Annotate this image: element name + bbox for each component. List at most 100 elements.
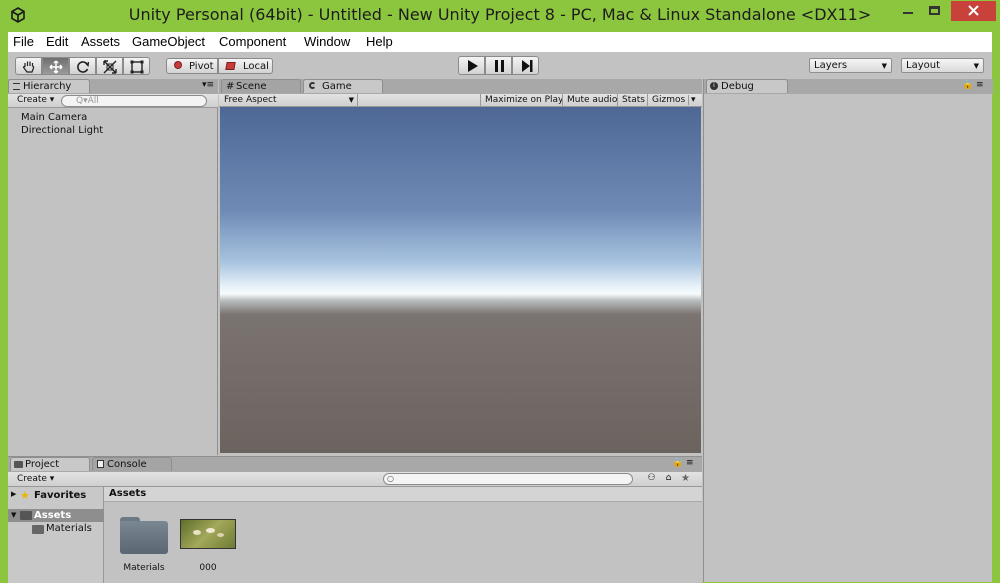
pause-button[interactable] xyxy=(485,56,512,75)
layers-label: Layers xyxy=(814,60,848,71)
pivot-label: Pivot xyxy=(189,61,214,72)
minimize-icon xyxy=(903,12,913,14)
panel-menu-icon[interactable]: ≡ xyxy=(976,80,984,90)
close-icon xyxy=(968,5,979,16)
menu-gameobject[interactable]: GameObject xyxy=(132,34,205,49)
game-panel: # Scene Game Free Aspect ▼ Maximize on P… xyxy=(219,79,702,455)
expand-arrow-icon[interactable]: ▶ xyxy=(11,490,16,498)
search-placeholder: Q▾All xyxy=(76,96,99,106)
hierarchy-search-input[interactable]: Q▾All xyxy=(61,95,207,107)
console-icon xyxy=(97,460,104,468)
favorite-star-icon[interactable]: ★ xyxy=(679,473,692,485)
local-toggle[interactable]: Local xyxy=(218,58,273,74)
tab-debug[interactable]: i Debug xyxy=(706,79,788,93)
create-label: Create xyxy=(17,474,47,484)
title-bar: Unity Personal (64bit) - Untitled - New … xyxy=(0,0,1000,32)
main-toolbar: Pivot Local Layers ▼ Layout ▼ xyxy=(8,52,992,79)
hierarchy-create-dropdown[interactable]: Create ▾ xyxy=(17,95,54,105)
asset-tile-materials[interactable] xyxy=(120,515,168,555)
pause-icon xyxy=(495,60,504,72)
gizmos-dropdown[interactable]: Gizmos ▾ xyxy=(647,94,700,107)
panel-menu-icon[interactable]: ≡ xyxy=(686,458,694,468)
maximize-on-play-button[interactable]: Maximize on Play xyxy=(480,94,567,107)
tab-project[interactable]: Project xyxy=(10,457,90,471)
bird-shape xyxy=(206,528,215,533)
favorites-item[interactable]: Favorites xyxy=(34,490,86,501)
play-icon xyxy=(468,60,478,72)
layers-dropdown[interactable]: Layers ▼ xyxy=(809,58,892,73)
rect-tool-button[interactable] xyxy=(123,57,150,75)
hierarchy-tabbar: Hierarchy ▾≡ xyxy=(8,79,218,94)
tab-game[interactable]: Game xyxy=(303,79,383,93)
create-label: Create xyxy=(17,95,47,105)
assets-tree-item-selected[interactable]: ▼ Assets xyxy=(8,509,104,522)
project-toolbar: Create ▾ ○ ⚇ ⌂ ★ xyxy=(8,472,702,487)
project-panel: Project Console 🔒 ≡ Create ▾ ○ ⚇ ⌂ ★ ▶ ★… xyxy=(8,456,702,583)
tab-scene-label: Scene xyxy=(236,81,267,92)
pivot-toggle[interactable]: Pivot xyxy=(166,58,218,74)
lock-icon[interactable]: 🔒 xyxy=(672,458,683,468)
materials-tree-item[interactable]: Materials xyxy=(46,523,92,534)
aspect-dropdown[interactable]: Free Aspect ▼ xyxy=(224,94,358,107)
maximize-icon xyxy=(929,6,940,15)
filter-by-type-icon[interactable]: ⚇ xyxy=(645,473,658,485)
rotate-icon xyxy=(77,61,90,73)
scale-icon xyxy=(103,60,117,74)
menu-assets[interactable]: Assets xyxy=(81,34,120,49)
menu-window[interactable]: Window xyxy=(304,34,350,49)
filter-by-label-icon[interactable]: ⌂ xyxy=(662,473,675,485)
tab-scene[interactable]: # Scene xyxy=(221,79,301,93)
game-toolbar: Free Aspect ▼ Maximize on Play Mute audi… xyxy=(219,94,702,107)
favorites-star-icon: ★ xyxy=(20,489,30,502)
tab-console-label: Console xyxy=(107,459,147,470)
debug-tabbar: i Debug 🔒 ≡ xyxy=(704,79,993,94)
tab-debug-label: Debug xyxy=(721,81,754,92)
asset-tile-000-thumbnail[interactable] xyxy=(180,519,236,549)
tab-console[interactable]: Console xyxy=(92,457,172,471)
lock-icon[interactable]: 🔒 xyxy=(962,80,973,90)
step-button[interactable] xyxy=(512,56,539,75)
menu-file[interactable]: File xyxy=(13,34,34,49)
rotate-tool-button[interactable] xyxy=(69,57,96,75)
mute-audio-button[interactable]: Mute audio xyxy=(562,94,621,107)
rect-transform-icon xyxy=(130,60,144,74)
game-view-viewport[interactable] xyxy=(220,107,701,453)
chevron-down-icon: ▼ xyxy=(348,96,354,104)
assets-tree-label: Assets xyxy=(34,510,72,521)
aspect-label: Free Aspect xyxy=(224,95,277,105)
menu-help[interactable]: Help xyxy=(366,34,393,49)
chevron-down-icon: ▼ xyxy=(881,62,887,70)
stats-button[interactable]: Stats xyxy=(617,94,649,107)
minimize-button[interactable] xyxy=(893,1,923,21)
scale-tool-button[interactable] xyxy=(96,57,123,75)
window-title: Unity Personal (64bit) - Untitled - New … xyxy=(128,5,872,24)
expand-arrow-icon: ▼ xyxy=(11,511,17,519)
hierarchy-item[interactable]: Main Camera xyxy=(21,112,87,123)
project-search-input[interactable]: ○ xyxy=(383,473,633,485)
maximize-button[interactable] xyxy=(921,1,951,21)
play-button[interactable] xyxy=(458,56,485,75)
hierarchy-item[interactable]: Directional Light xyxy=(21,125,103,136)
folder-icon xyxy=(32,525,44,534)
layout-dropdown[interactable]: Layout ▼ xyxy=(901,58,984,73)
breadcrumb: Assets xyxy=(104,487,702,502)
asset-browser: Assets Materials 000 xyxy=(104,487,702,583)
folder-icon xyxy=(20,511,32,520)
panel-menu-icon[interactable]: ▾≡ xyxy=(202,80,214,90)
close-button[interactable] xyxy=(951,1,996,21)
hand-tool-button[interactable] xyxy=(15,57,42,75)
tab-hierarchy[interactable]: Hierarchy xyxy=(8,79,90,93)
info-icon: i xyxy=(710,82,718,90)
menu-component[interactable]: Component xyxy=(219,34,286,49)
bird-shape xyxy=(217,533,224,537)
hierarchy-toolbar: Create ▾ Q▾All xyxy=(8,94,218,108)
hand-icon xyxy=(22,61,35,73)
chevron-down-icon: ▼ xyxy=(973,62,979,70)
project-folder-tree: ▶ ★ Favorites ▼ Assets Materials xyxy=(8,487,104,583)
project-create-dropdown[interactable]: Create ▾ xyxy=(17,474,54,484)
move-tool-button[interactable] xyxy=(42,57,69,75)
search-icon: ○ xyxy=(387,474,394,483)
project-tabbar: Project Console 🔒 ≡ xyxy=(8,457,702,472)
menu-edit[interactable]: Edit xyxy=(46,34,68,49)
bird-shape xyxy=(193,530,201,535)
